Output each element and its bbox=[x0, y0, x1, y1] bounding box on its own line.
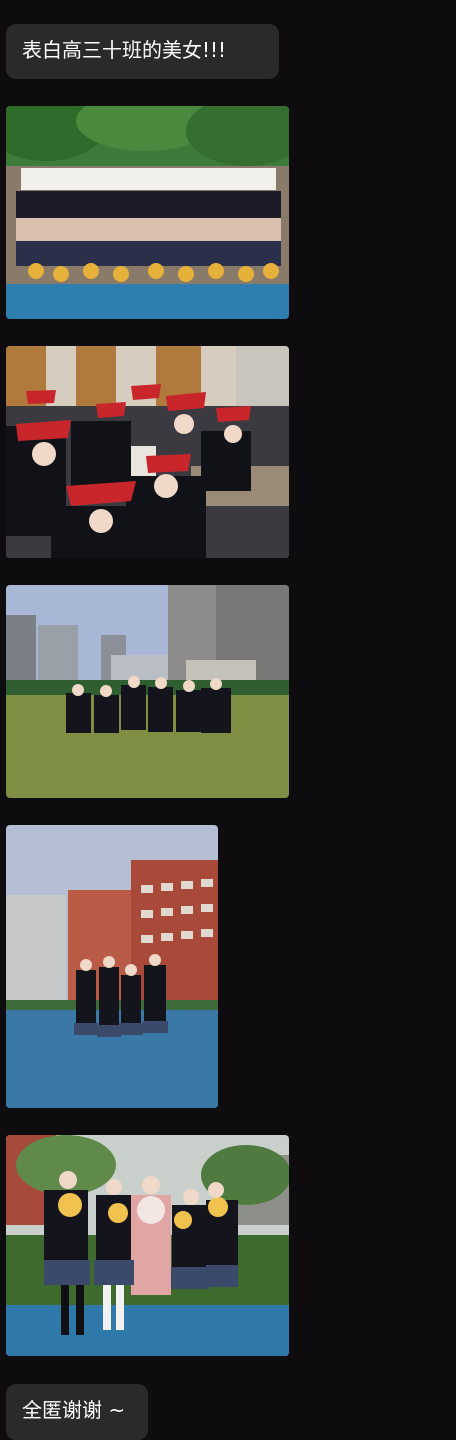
photo-graduation-classroom-image bbox=[6, 346, 289, 558]
photo-building-group-image bbox=[6, 825, 218, 1108]
photo-lawn-group-image bbox=[6, 585, 289, 798]
message-bubble-confession[interactable]: 表白高三十班的美女!!! bbox=[6, 24, 279, 79]
photo-lawn-group[interactable] bbox=[6, 585, 289, 798]
message-text: 全匿谢谢 ~ bbox=[22, 1398, 126, 1422]
photo-class-group[interactable] bbox=[6, 106, 289, 319]
photo-building-group[interactable] bbox=[6, 825, 218, 1108]
photo-bouquet-group-image bbox=[6, 1135, 289, 1356]
message-text: 表白高三十班的美女!!! bbox=[22, 38, 227, 62]
message-bubble-anonymous[interactable]: 全匿谢谢 ~ bbox=[6, 1384, 148, 1440]
photo-class-group-image bbox=[6, 106, 289, 319]
photo-bouquet-group[interactable] bbox=[6, 1135, 289, 1356]
photo-graduation-classroom[interactable] bbox=[6, 346, 289, 558]
